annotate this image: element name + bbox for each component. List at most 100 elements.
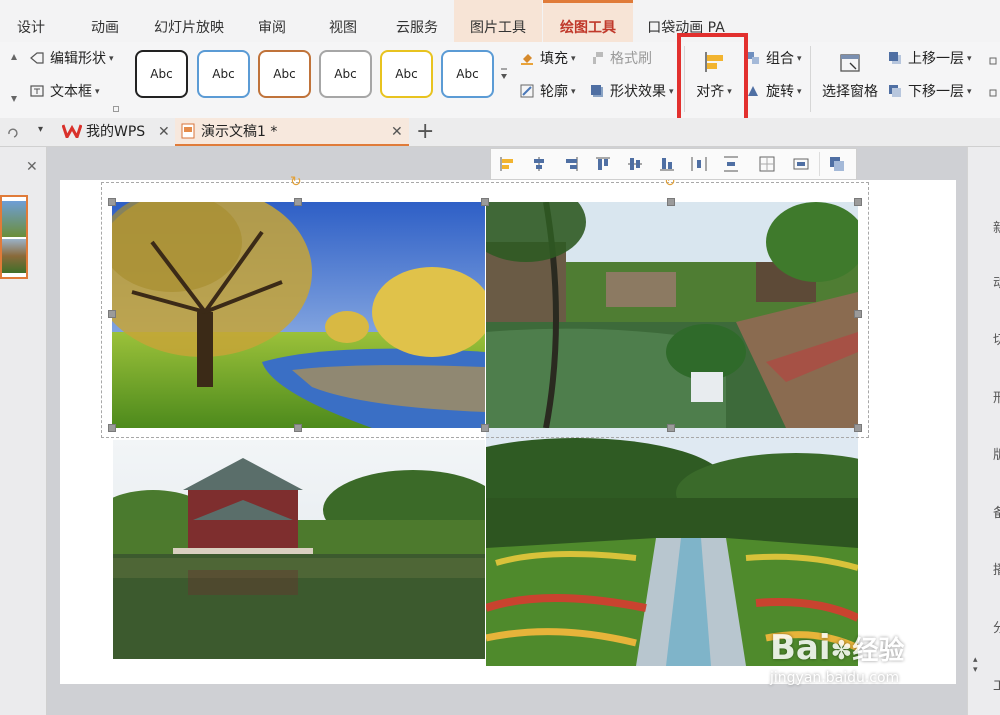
right-pane-item-tools[interactable]: 工	[993, 675, 1000, 694]
ribbon-overflow[interactable]	[988, 52, 998, 102]
right-pane-item-animation[interactable]: 动	[993, 272, 1000, 291]
text-box-label: 文本框	[50, 84, 92, 100]
redo-icon[interactable]	[6, 125, 20, 143]
tab-my-wps[interactable]: 我的WPS ✕	[60, 118, 172, 146]
tab-view[interactable]: 视图	[310, 0, 376, 42]
shape-effects-button[interactable]: 形状效果 ▾	[590, 81, 674, 103]
right-pane-item-backup[interactable]: 备	[993, 502, 1000, 521]
tab-my-wps-label: 我的WPS	[86, 124, 146, 140]
selection-pane-label: 选择窗格	[822, 84, 878, 100]
slide-thumbnail-1[interactable]	[0, 195, 28, 279]
resize-handle[interactable]	[108, 424, 116, 432]
right-pane-item-play[interactable]: 播	[993, 559, 1000, 578]
outline-label: 轮廓	[540, 84, 568, 100]
group-button[interactable]: 组合 ▾	[746, 48, 802, 70]
ribbon: 编辑形状 ▾ 文本框 ▾ Abc Abc Abc Abc Abc Abc 填充 ▾ 格…	[0, 42, 1000, 119]
slide-thumbnail-panel: ✕	[0, 147, 47, 715]
close-tab-icon[interactable]: ✕	[391, 118, 403, 146]
fill-label: 填充	[540, 51, 568, 67]
align-right-icon[interactable]	[563, 156, 579, 172]
align-top-icon[interactable]	[595, 156, 611, 172]
text-box-button[interactable]: 文本框 ▾	[30, 81, 100, 103]
tab-drawing-tools[interactable]: 绘图工具	[543, 0, 633, 42]
resize-handle[interactable]	[481, 198, 489, 206]
group-icon	[747, 52, 759, 64]
watermark-brand: Bai	[770, 628, 831, 668]
shape-style-5[interactable]: Abc	[380, 50, 433, 98]
format-painter-icon	[593, 52, 603, 64]
resize-handle[interactable]	[854, 310, 862, 318]
tab-review[interactable]: 审阅	[240, 0, 304, 42]
resize-handle[interactable]	[108, 310, 116, 318]
align-center-icon[interactable]	[531, 156, 547, 172]
resize-handle[interactable]	[667, 424, 675, 432]
photo-pavilion-lake[interactable]	[113, 440, 485, 659]
fill-button[interactable]: 填充 ▾	[520, 48, 576, 70]
right-pane-item-shape[interactable]: 形	[993, 387, 1000, 406]
send-backward-button[interactable]: 下移一层 ▾	[888, 81, 972, 103]
rotate-handle-icon[interactable]: ↻	[290, 174, 302, 190]
bring-forward-icon	[889, 52, 901, 64]
bring-forward-button[interactable]: 上移一层 ▾	[888, 48, 972, 70]
shape-style-6[interactable]: Abc	[441, 50, 494, 98]
resize-handle[interactable]	[854, 198, 862, 206]
right-pane-item-share[interactable]: 分	[993, 617, 1000, 636]
quick-access-dropdown-icon[interactable]: ▾	[38, 124, 43, 135]
outline-button[interactable]: 轮廓 ▾	[520, 81, 576, 103]
menu-bar: 设计 动画 幻灯片放映 审阅 视图 云服务 图片工具 绘图工具 口袋动画 PA	[0, 0, 1000, 43]
shape-style-4[interactable]: Abc	[319, 50, 372, 98]
align-bottom-icon[interactable]	[659, 156, 675, 172]
tab-presentation[interactable]: 演示文稿1 * ✕	[175, 118, 409, 146]
align-to-slide-icon[interactable]	[759, 156, 775, 172]
paint-bucket-icon	[521, 54, 533, 65]
fit-slide-icon[interactable]	[793, 156, 809, 172]
tab-presentation-label: 演示文稿1 *	[201, 124, 278, 140]
shape-style-2[interactable]: Abc	[197, 50, 250, 98]
resize-handle[interactable]	[854, 424, 862, 432]
bring-forward-label: 上移一层	[908, 51, 964, 67]
send-backward-label: 下移一层	[908, 84, 964, 100]
send-backward-icon	[889, 85, 901, 97]
right-pane-item-transition[interactable]: 切	[993, 329, 1000, 348]
edit-shape-icon	[30, 52, 44, 64]
format-painter-button[interactable]: 格式刷	[590, 48, 652, 70]
watermark-url: jingyan.baidu.com	[770, 670, 900, 686]
resize-handle[interactable]	[294, 198, 302, 206]
selection-bounding-box	[101, 182, 869, 438]
resize-handle[interactable]	[667, 198, 675, 206]
right-pane-item-layout[interactable]: 版	[993, 444, 1000, 463]
ribbon-overflow-icon	[989, 57, 997, 97]
resize-handle[interactable]	[108, 198, 116, 206]
group-label: 组合	[766, 51, 794, 67]
tab-animation[interactable]: 动画	[72, 0, 138, 42]
group-launcher-icon[interactable]	[113, 106, 119, 112]
tab-design[interactable]: 设计	[0, 0, 62, 42]
arrange-layers-icon[interactable]	[829, 156, 845, 172]
ribbon-scroll-left[interactable]	[8, 48, 20, 108]
edit-shape-label: 编辑形状	[50, 51, 106, 67]
new-tab-button[interactable]: +	[416, 118, 434, 146]
distribute-vertical-icon[interactable]	[723, 156, 739, 172]
rotate-button[interactable]: 旋转 ▾	[746, 81, 802, 103]
right-pane-item-new[interactable]: 新	[993, 217, 1000, 236]
shape-style-3[interactable]: Abc	[258, 50, 311, 98]
toolbar-divider	[819, 152, 820, 176]
resize-handle[interactable]	[481, 424, 489, 432]
tab-slideshow[interactable]: 幻灯片放映	[142, 0, 236, 42]
resize-handle[interactable]	[294, 424, 302, 432]
style-gallery-scroll[interactable]	[498, 54, 510, 100]
edit-shape-button[interactable]: 编辑形状 ▾	[30, 48, 114, 70]
align-left-icon[interactable]	[499, 156, 515, 172]
distribute-horizontal-icon[interactable]	[691, 156, 707, 172]
close-panel-icon[interactable]: ✕	[26, 159, 38, 175]
shape-style-1[interactable]: Abc	[135, 50, 188, 98]
rotate-label: 旋转	[766, 84, 794, 100]
format-painter-label: 格式刷	[610, 51, 652, 67]
close-tab-icon[interactable]: ✕	[158, 118, 170, 146]
selection-pane-button[interactable]: 选择窗格	[818, 48, 882, 112]
align-middle-icon[interactable]	[627, 156, 643, 172]
scroll-arrows-icon[interactable]: ▴ ▾	[973, 655, 978, 675]
tab-picture-tools[interactable]: 图片工具	[454, 0, 542, 42]
shape-effects-label: 形状效果	[610, 84, 666, 100]
tab-cloud-service[interactable]: 云服务	[382, 0, 452, 42]
